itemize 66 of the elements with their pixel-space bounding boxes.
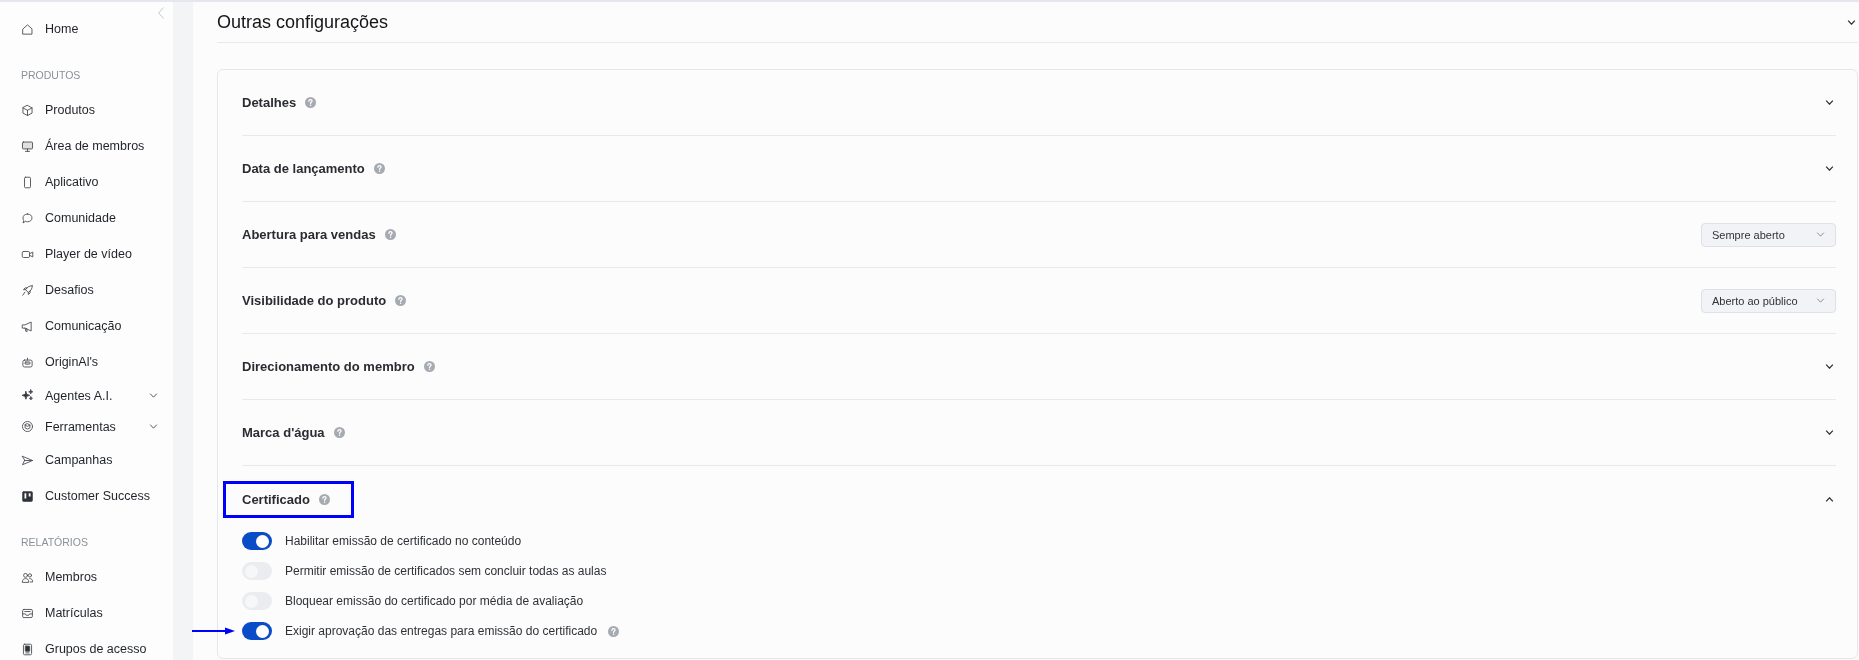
sidebar-item[interactable]: Agentes A.I. [0,380,173,411]
dropdown-select[interactable]: Sempre aberto [1701,222,1836,247]
sidebar-item[interactable]: Player de vídeo [0,236,173,272]
help-icon[interactable] [608,625,620,637]
cube-icon [21,103,34,117]
chevron-left-icon[interactable] [158,7,164,19]
chevron-down-icon[interactable] [1825,166,1834,171]
sidebar-item[interactable]: Desafios [0,272,173,308]
tray-icon [21,606,34,620]
section-title: Direcionamento do membro [242,359,415,374]
toggle-label: Exigir aprovação das entregas para emissão do certificado [285,624,598,638]
chevron-down-icon [1816,232,1825,237]
chevron-up-icon[interactable] [1825,496,1834,502]
sidebar-item[interactable]: Matrículas [0,595,173,631]
sidebar-item[interactable]: Membros [0,559,173,595]
robot-icon [21,355,34,369]
help-icon[interactable] [333,427,345,438]
cube-in-circle-icon [21,420,34,433]
sidebar-item[interactable]: OriginAl's [0,344,173,380]
sidebar-item[interactable]: Ferramentas [0,411,173,442]
sidebar-item[interactable]: Grupos de acesso [0,631,173,660]
help-icon[interactable] [373,163,385,174]
sidebar-item[interactable]: Comunicação [0,308,173,344]
chat-bubble-icon [21,211,34,225]
section-title: Visibilidade do produto [242,293,387,308]
section-title: Certificado [242,491,310,507]
toggle-label: Bloquear emissão do certificado por média de avaliação [285,594,584,608]
toggle-label: Habilitar emissão de certificado no conteúdo [285,534,522,548]
sidebar-item[interactable]: Aplicativo [0,164,173,200]
users-icon [21,570,34,584]
id-badge-icon [21,642,34,656]
house-icon [21,22,34,36]
paper-plane-icon [21,453,34,467]
sidebar-item[interactable]: Produtos [0,92,173,128]
sidebar-item[interactable]: Customer Success [0,478,173,514]
help-icon[interactable] [384,229,396,240]
toggle-switch[interactable] [242,622,272,640]
kanban-board-icon [21,489,34,503]
help-icon[interactable] [305,97,317,108]
chevron-down-icon [1816,298,1825,303]
megaphone-icon [21,319,34,333]
sparkles-icon [21,389,34,402]
rocket-icon [21,283,34,297]
sidebar-section-heading: PRODUTOS [20,68,82,83]
sidebar-item[interactable]: Campanhas [0,442,173,478]
chevron-down-icon[interactable] [1825,100,1834,105]
section-title: Abertura para vendas [242,227,376,242]
help-icon[interactable] [395,295,407,306]
sidebar-section-heading: RELATÓRIOS [20,535,89,550]
section-title: Data de lançamento [242,161,365,176]
sidebar-item[interactable]: Área de membros [0,128,173,164]
section-title: Marca d'água [242,425,325,440]
panel-title: Outras configurações [217,11,389,33]
chevron-down-icon[interactable] [1825,430,1834,435]
phone-icon [21,175,34,189]
help-icon[interactable] [423,361,435,372]
sidebar-item[interactable]: Home [0,11,173,47]
toggle-switch[interactable] [242,532,272,550]
chevron-down-icon[interactable] [1847,19,1856,25]
monitor-icon [21,139,34,153]
section-title: Detalhes [242,95,297,110]
help-icon[interactable] [318,493,330,505]
toggle-label: Permitir emissão de certificados sem concluir todas as aulas [285,564,607,578]
chevron-down-icon[interactable] [1825,364,1834,369]
sidebar-item[interactable]: Comunidade [0,200,173,236]
dropdown-select[interactable]: Aberto ao público [1701,288,1836,313]
